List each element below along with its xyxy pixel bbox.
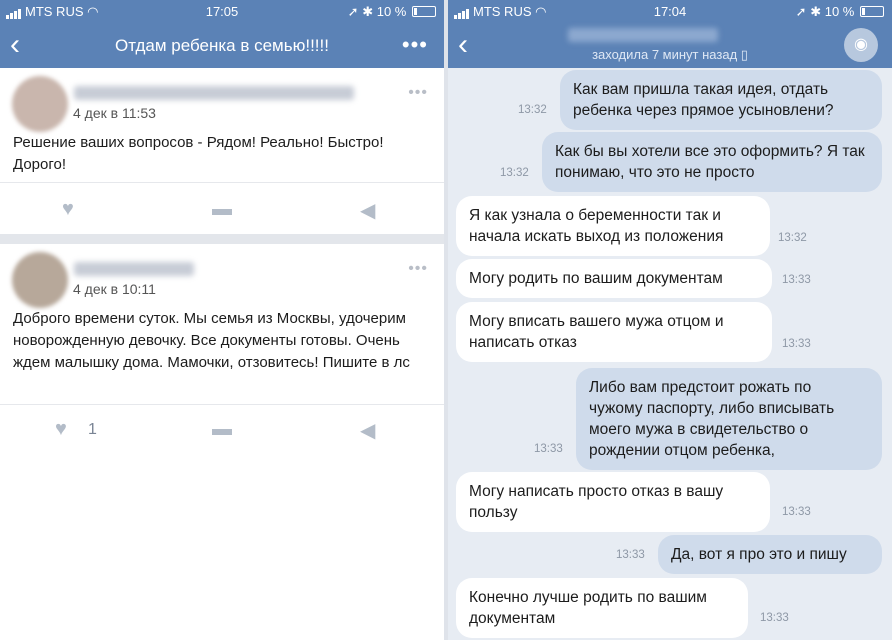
group-feed-panel: MTS RUS ◠ 17:05 ➚ ✱ 10 % ‹ Отдам ребенка… bbox=[0, 0, 444, 640]
message-outgoing[interactable]: Либо вам предстоит рожать по чужому пасп… bbox=[576, 368, 882, 470]
message-time: 13:33 bbox=[760, 612, 789, 624]
message-time: 13:33 bbox=[782, 338, 811, 350]
status-right: ➚ ✱ 10 % bbox=[348, 4, 436, 20]
phone-icon: ▯ bbox=[740, 47, 748, 62]
message-time: 13:33 bbox=[782, 274, 811, 286]
post-text: Доброго времени суток. Мы семья из Москв… bbox=[13, 310, 410, 371]
feed-header: MTS RUS ◠ 17:05 ➚ ✱ 10 % ‹ Отдам ребенка… bbox=[0, 0, 444, 68]
post-date: 4 дек в 10:11 bbox=[73, 281, 156, 297]
comment-icon[interactable]: ▬ bbox=[212, 418, 232, 441]
camera-icon[interactable]: ◉ bbox=[844, 28, 878, 62]
message-time: 13:32 bbox=[500, 167, 529, 179]
like-count: 1 bbox=[88, 421, 97, 438]
status-right: ➚ ✱ 10 % bbox=[796, 4, 884, 20]
author-name-blurred[interactable] bbox=[74, 86, 354, 100]
like-icon[interactable]: ♥ bbox=[55, 418, 67, 441]
post-text: Решение ваших вопросов - Рядом! Реально!… bbox=[13, 134, 384, 173]
share-icon[interactable]: ◀ bbox=[360, 418, 375, 443]
post-more-icon[interactable]: ••• bbox=[408, 84, 428, 102]
message-incoming[interactable]: Могу написать просто отказ в вашу пользу bbox=[456, 472, 770, 532]
message-time: 13:32 bbox=[778, 232, 807, 244]
message-incoming[interactable]: Я как узнала о беременности так и начала… bbox=[456, 196, 770, 256]
avatar[interactable] bbox=[12, 252, 68, 308]
message-incoming[interactable]: Могу родить по вашим документам bbox=[456, 259, 772, 298]
battery-icon bbox=[412, 6, 436, 17]
post-separator bbox=[0, 234, 444, 244]
like-icon[interactable]: ♥ bbox=[62, 198, 74, 221]
contact-name-blurred[interactable] bbox=[568, 28, 718, 42]
message-outgoing[interactable]: Как бы вы хотели все это оформить? Я так… bbox=[542, 132, 882, 192]
bluetooth-icon: ✱ bbox=[362, 4, 374, 19]
avatar[interactable] bbox=[12, 76, 68, 132]
message-outgoing[interactable]: Да, вот я про это и пишу bbox=[658, 535, 882, 574]
message-time: 13:33 bbox=[782, 506, 811, 518]
comment-icon[interactable]: ▬ bbox=[212, 198, 232, 221]
more-icon[interactable]: ••• bbox=[402, 32, 428, 58]
status-bar: MTS RUS ◠ 17:05 ➚ ✱ 10 % bbox=[0, 2, 444, 20]
bluetooth-icon: ✱ bbox=[810, 4, 822, 19]
post: 4 дек в 10:11 ••• Доброго времени суток.… bbox=[0, 244, 444, 454]
message-time: 13:32 bbox=[518, 104, 547, 116]
divider bbox=[0, 404, 444, 405]
author-name-blurred[interactable] bbox=[74, 262, 194, 276]
message-incoming[interactable]: Конечно лучше родить по вашим документам bbox=[456, 578, 748, 638]
message-incoming[interactable]: Могу вписать вашего мужа отцом и написат… bbox=[456, 302, 772, 362]
back-icon[interactable]: ‹ bbox=[10, 30, 40, 60]
post-date: 4 дек в 11:53 bbox=[73, 105, 156, 121]
battery-label: 10 % bbox=[824, 4, 855, 19]
location-icon: ➚ bbox=[795, 4, 807, 19]
message-time: 13:33 bbox=[534, 443, 563, 455]
share-icon[interactable]: ◀ bbox=[360, 198, 375, 223]
page-title: Отдам ребенка в семью!!!!! bbox=[115, 36, 329, 55]
post-more-icon[interactable]: ••• bbox=[408, 260, 428, 278]
status-bar: MTS RUS ◠ 17:04 ➚ ✱ 10 % bbox=[448, 2, 892, 20]
battery-icon bbox=[860, 6, 884, 17]
location-icon: ➚ bbox=[347, 4, 359, 19]
last-seen: заходила 7 минут назад ▯ bbox=[592, 47, 748, 62]
chat-header: MTS RUS ◠ 17:04 ➚ ✱ 10 % ‹ заходила 7 ми… bbox=[448, 0, 892, 68]
battery-label: 10 % bbox=[376, 4, 407, 19]
message-outgoing[interactable]: Как вам пришла такая идея, отдать ребенк… bbox=[560, 70, 882, 130]
post: 4 дек в 11:53 ••• Решение ваших вопросов… bbox=[0, 68, 444, 234]
chat-panel: MTS RUS ◠ 17:04 ➚ ✱ 10 % ‹ заходила 7 ми… bbox=[448, 0, 892, 640]
divider bbox=[0, 182, 444, 183]
message-time: 13:33 bbox=[616, 549, 645, 561]
